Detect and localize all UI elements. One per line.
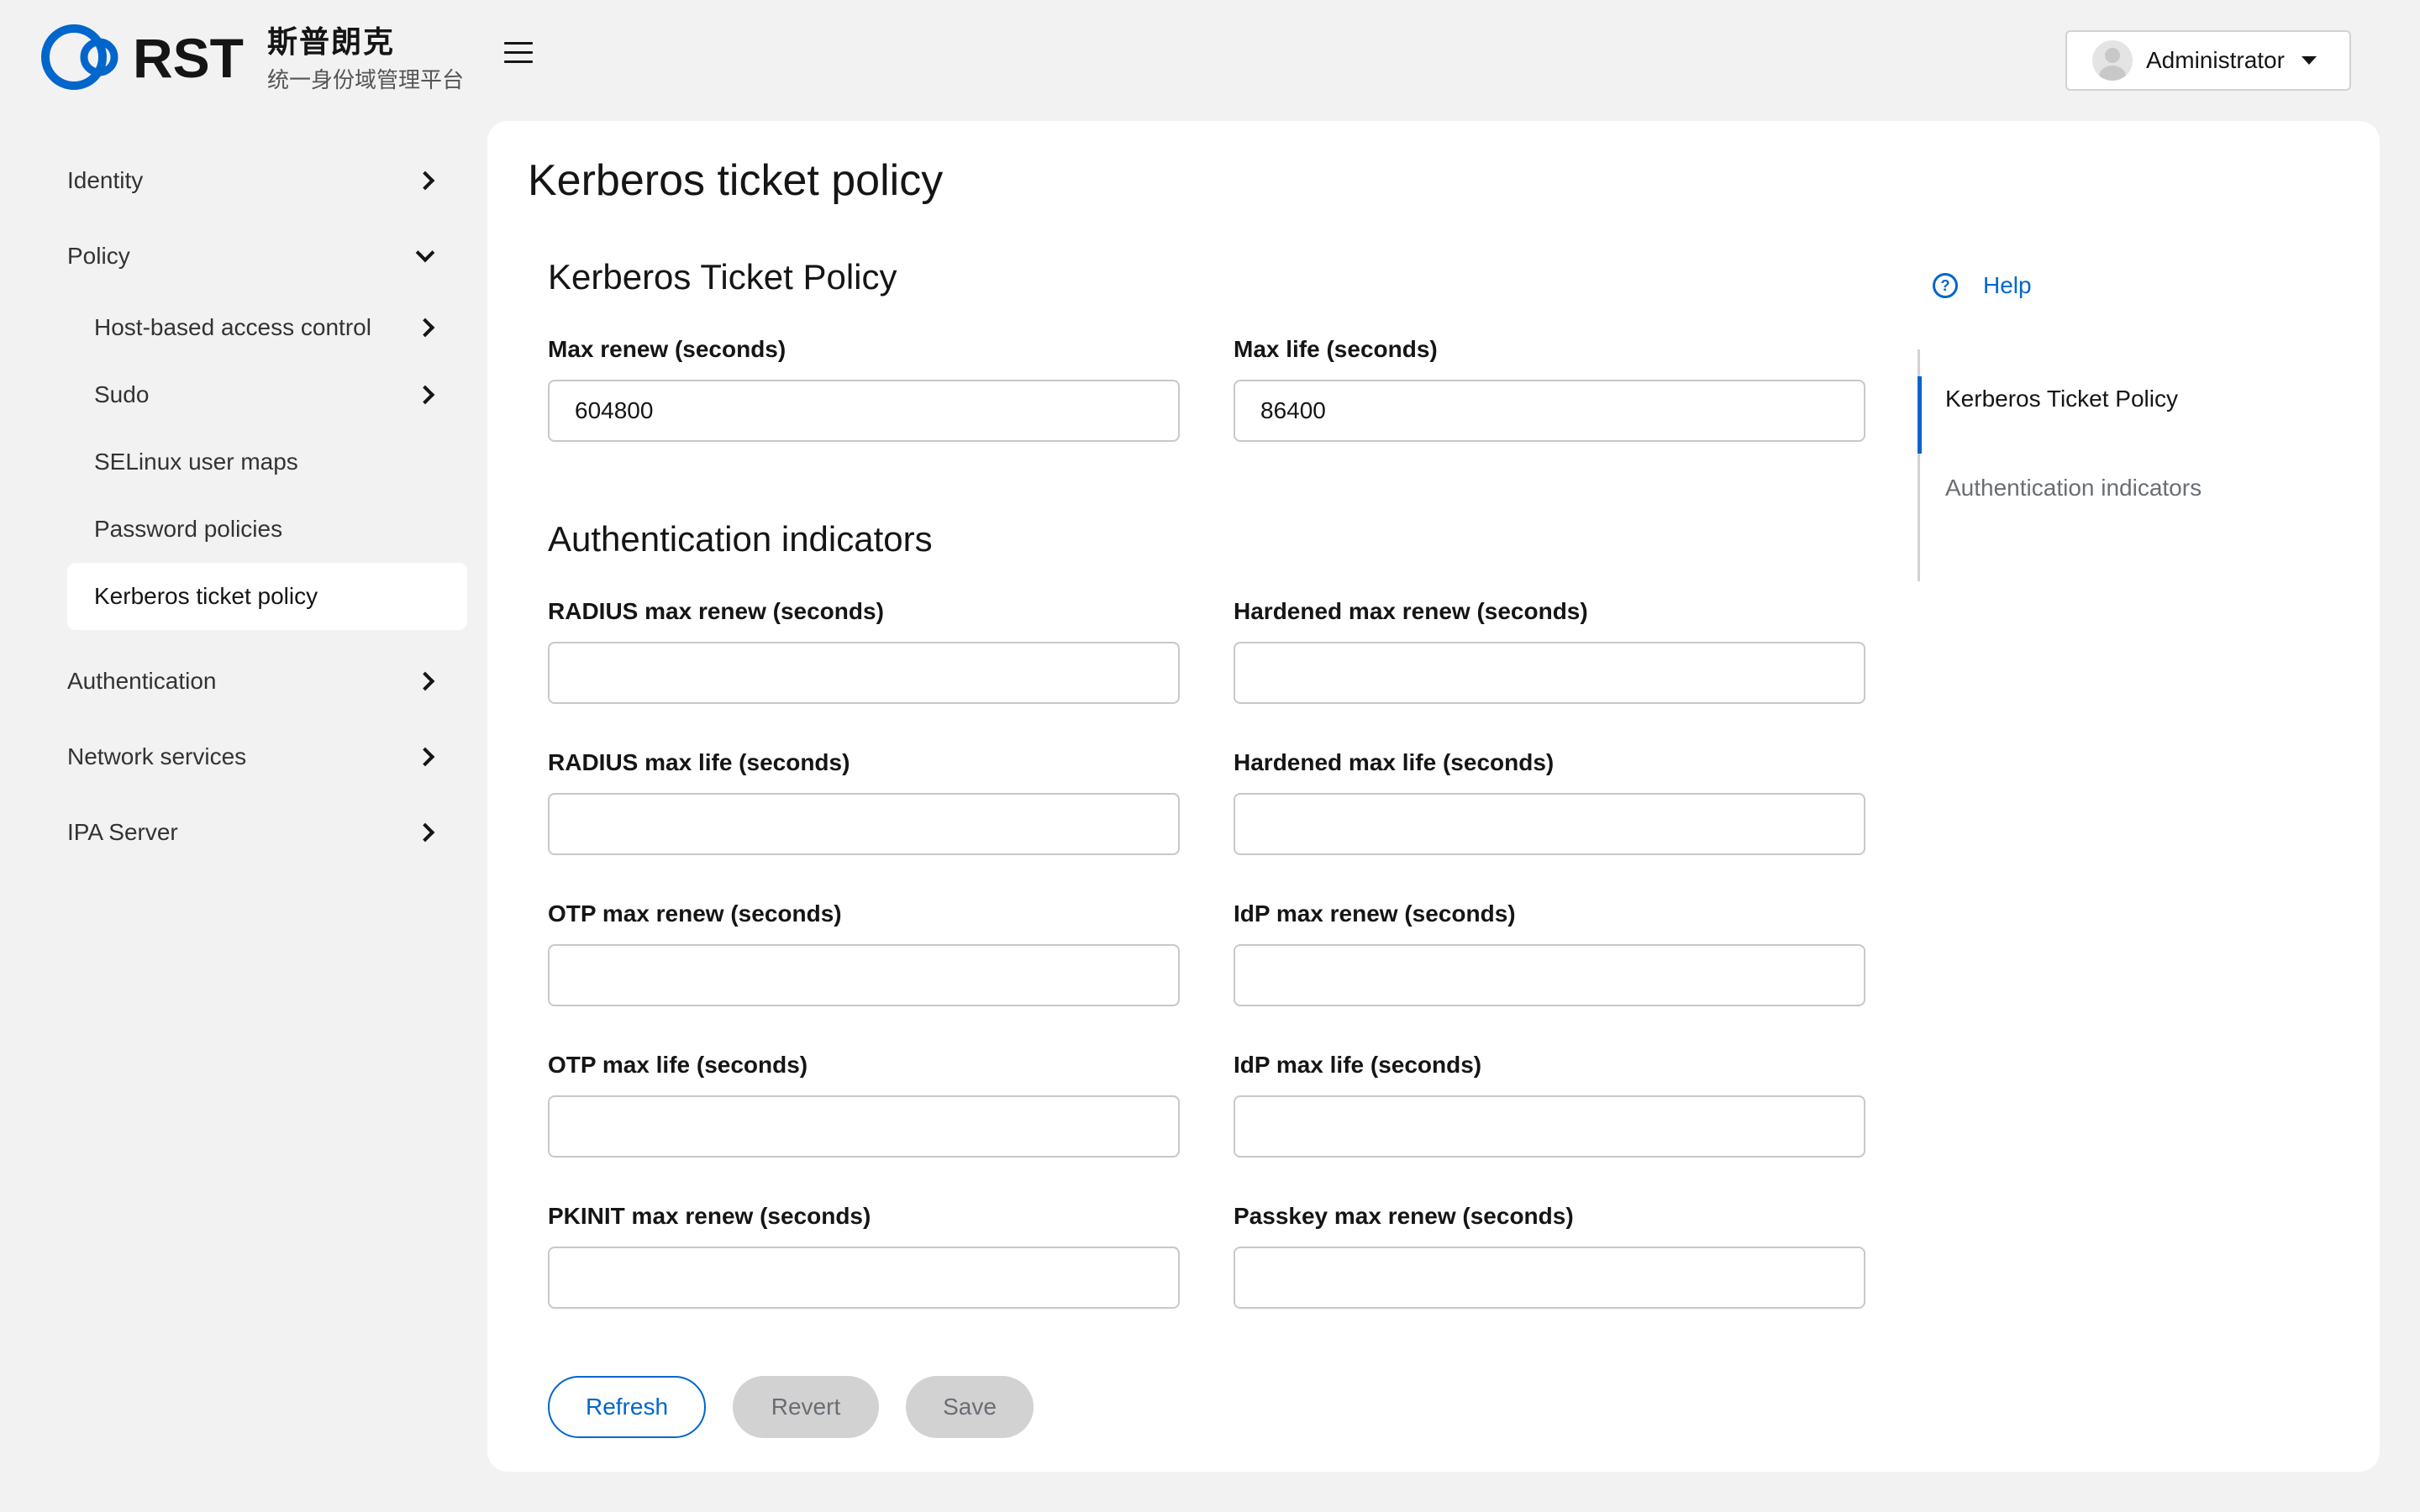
sidebar-item-hbac[interactable]: Host-based access control (67, 294, 467, 361)
radius-max-renew-label: RADIUS max renew (seconds) (548, 598, 884, 624)
sidebar-item-sudo[interactable]: Sudo (67, 361, 467, 428)
avatar (2092, 40, 2133, 81)
sidebar-item-label: SELinux user maps (94, 449, 298, 475)
sidebar-item-kerberos-ticket-policy[interactable]: Kerberos ticket policy (67, 563, 467, 630)
logo-text: RST (133, 27, 244, 89)
save-button[interactable]: Save (906, 1376, 1034, 1438)
pkinit-max-renew-label: PKINIT max renew (seconds) (548, 1203, 871, 1229)
max-renew-input[interactable] (548, 380, 1180, 442)
toc-item-auth-indicators[interactable]: Authentication indicators (1920, 444, 2256, 533)
section-title-ticket-policy: Kerberos Ticket Policy (548, 257, 897, 297)
sidebar-item-identity[interactable]: Identity (67, 143, 467, 218)
jump-links: Kerberos Ticket Policy Authentication in… (1918, 349, 2256, 581)
refresh-button[interactable]: Refresh (548, 1376, 706, 1438)
user-name: Administrator (2146, 47, 2285, 73)
chevron-right-icon (415, 171, 435, 191)
hardened-max-renew-label: Hardened max renew (seconds) (1234, 598, 1588, 624)
idp-max-life-label: IdP max life (seconds) (1234, 1052, 1482, 1078)
hardened-max-renew-input[interactable] (1234, 642, 1865, 704)
chevron-right-icon (415, 385, 435, 405)
sidebar-item-label: Authentication (67, 668, 217, 694)
caret-down-icon (2301, 56, 2317, 65)
chevron-right-icon (415, 747, 435, 767)
revert-button[interactable]: Revert (733, 1376, 879, 1438)
chevron-right-icon (415, 822, 435, 843)
sidebar-item-label: Policy (67, 243, 130, 269)
hardened-max-life-input[interactable] (1234, 793, 1865, 855)
hardened-max-life-label: Hardened max life (seconds) (1234, 749, 1555, 775)
max-renew-label: Max renew (seconds) (548, 336, 786, 362)
help-label: Help (1983, 272, 2032, 298)
menu-toggle-icon[interactable] (504, 42, 533, 66)
page-title: Kerberos ticket policy (528, 156, 944, 205)
otp-max-life-input[interactable] (548, 1095, 1180, 1158)
radius-max-renew-input[interactable] (548, 642, 1180, 704)
sidebar-item-label: IPA Server (67, 819, 178, 845)
passkey-max-renew-input[interactable] (1234, 1247, 1865, 1309)
main-panel: Kerberos ticket policy Kerberos Ticket P… (487, 121, 2380, 1472)
sidebar-nav: Identity Policy Host-based access contro… (67, 143, 467, 870)
sidebar-item-label: Kerberos ticket policy (94, 583, 318, 609)
otp-max-renew-input[interactable] (548, 944, 1180, 1006)
otp-max-renew-label: OTP max renew (seconds) (548, 900, 842, 927)
section-title-auth-indicators: Authentication indicators (548, 519, 933, 559)
question-circle-icon: ? (1933, 273, 1958, 298)
brand-logo[interactable]: RST (39, 22, 266, 92)
chevron-right-icon (415, 318, 435, 338)
sidebar-item-network-services[interactable]: Network services (67, 719, 467, 795)
sidebar-item-ipa-server[interactable]: IPA Server (67, 795, 467, 870)
chevron-down-icon (415, 243, 435, 263)
sidebar-item-label: Network services (67, 743, 247, 769)
sidebar-item-policy[interactable]: Policy (67, 218, 467, 294)
idp-max-life-input[interactable] (1234, 1095, 1865, 1158)
radius-max-life-input[interactable] (548, 793, 1180, 855)
sidebar-item-label: Identity (67, 167, 144, 193)
policy-submenu: Host-based access control Sudo SELinux u… (67, 294, 467, 630)
idp-max-renew-label: IdP max renew (seconds) (1234, 900, 1516, 927)
user-menu-button[interactable]: Administrator (2065, 30, 2351, 91)
help-link[interactable]: ? Help (1933, 272, 2032, 299)
brand-name: 斯普朗克 (267, 24, 396, 59)
pkinit-max-renew-input[interactable] (548, 1247, 1180, 1309)
idp-max-renew-input[interactable] (1234, 944, 1865, 1006)
chevron-right-icon (415, 671, 435, 691)
brand-subtitle: 统一身份域管理平台 (267, 67, 465, 92)
radius-max-life-label: RADIUS max life (seconds) (548, 749, 850, 775)
passkey-max-renew-label: Passkey max renew (seconds) (1234, 1203, 1574, 1229)
sidebar-item-password-policies[interactable]: Password policies (67, 496, 467, 563)
logo-icon: RST (41, 24, 244, 90)
max-life-label: Max life (seconds) (1234, 336, 1438, 362)
sidebar-item-label: Password policies (94, 516, 283, 542)
sidebar-item-selinux[interactable]: SELinux user maps (67, 428, 467, 496)
sidebar-item-label: Sudo (94, 381, 150, 407)
max-life-input[interactable] (1234, 380, 1865, 442)
toc-item-ticket-policy[interactable]: Kerberos Ticket Policy (1918, 354, 2256, 454)
sidebar-item-label: Host-based access control (94, 314, 371, 340)
sidebar-item-authentication[interactable]: Authentication (67, 643, 467, 719)
otp-max-life-label: OTP max life (seconds) (548, 1052, 808, 1078)
brand-text: 斯普朗克 统一身份域管理平台 (267, 24, 464, 96)
